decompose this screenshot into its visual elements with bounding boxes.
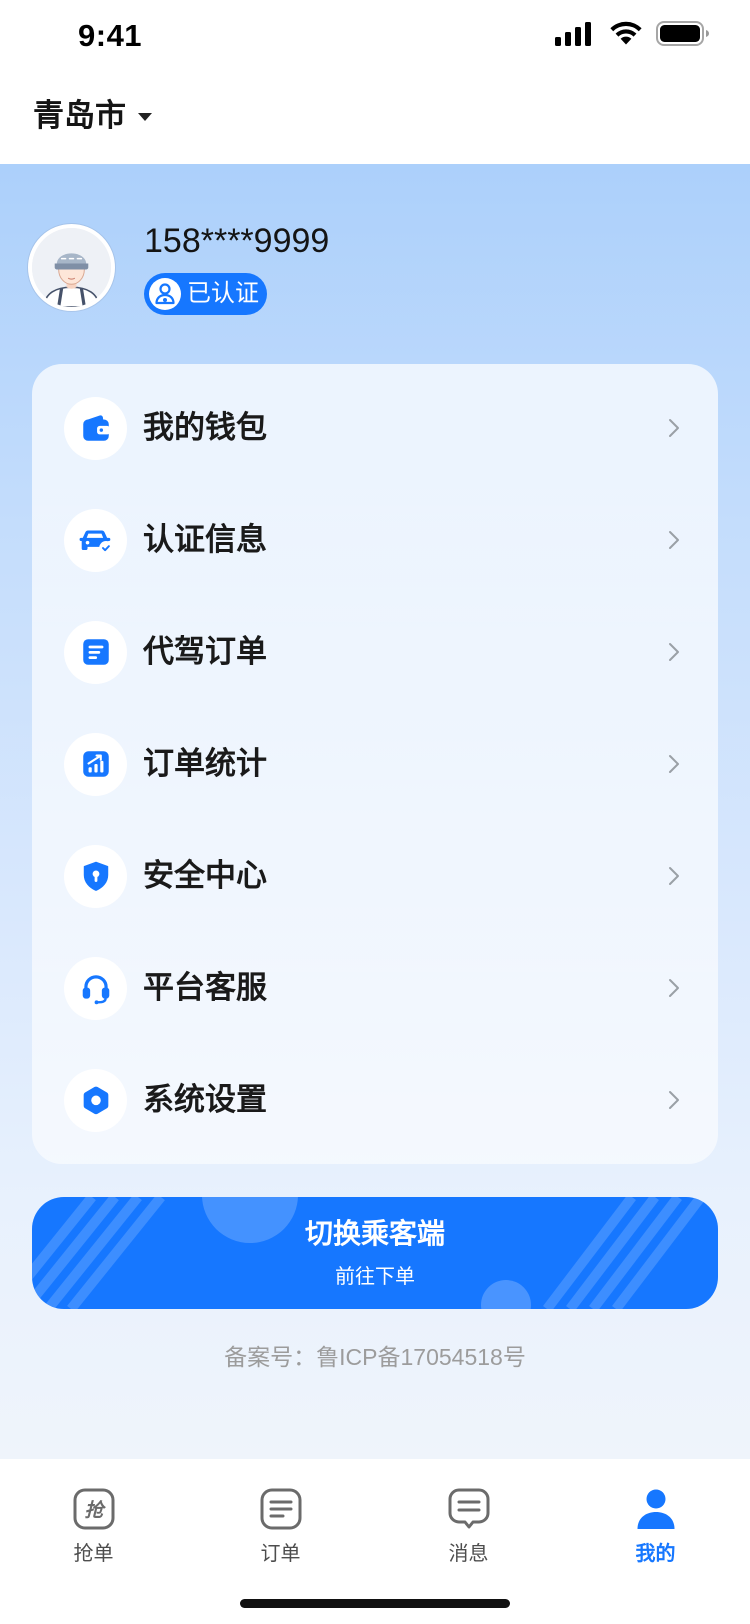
menu-item-label: 安全中心 bbox=[143, 858, 267, 893]
tab-grab-order[interactable]: 抢 抢单 bbox=[0, 1459, 187, 1584]
city-name: 青岛市 bbox=[33, 98, 126, 133]
signal-icon bbox=[555, 22, 591, 46]
tab-label: 消息 bbox=[448, 1543, 489, 1565]
city-selector[interactable]: 青岛市 bbox=[33, 96, 152, 136]
tab-label: 订单 bbox=[260, 1543, 301, 1565]
battery-icon bbox=[656, 21, 709, 46]
button-decoration bbox=[32, 1197, 705, 1309]
verified-driver-icon bbox=[149, 278, 181, 310]
verified-badge: 已认证 bbox=[144, 273, 267, 315]
status-time: 9:41 bbox=[78, 18, 143, 53]
tab-label: 我的 bbox=[635, 1543, 676, 1565]
order-list-icon bbox=[64, 620, 127, 684]
menu-item-label: 系统设置 bbox=[143, 1082, 267, 1117]
car-verified-icon bbox=[64, 508, 127, 572]
settings-icon bbox=[64, 1068, 127, 1132]
user-phone: 158****9999 bbox=[144, 222, 330, 260]
header: 青岛市 bbox=[0, 70, 750, 164]
menu-item-label: 平台客服 bbox=[143, 970, 267, 1005]
grab-order-icon: 抢 bbox=[73, 1488, 114, 1530]
caret-down-icon bbox=[138, 113, 152, 121]
menu-item-label: 订单统计 bbox=[143, 746, 267, 781]
wallet-icon bbox=[64, 396, 127, 460]
switch-button-subtitle: 前往下单 bbox=[335, 1266, 415, 1288]
tab-label: 抢单 bbox=[73, 1543, 114, 1565]
driver-avatar-icon bbox=[32, 228, 111, 307]
tab-profile[interactable]: 我的 bbox=[562, 1459, 749, 1584]
shield-icon bbox=[64, 844, 127, 908]
menu-item-label: 我的钱包 bbox=[143, 410, 267, 445]
wifi-icon bbox=[610, 21, 642, 45]
orders-icon bbox=[260, 1488, 301, 1530]
chevron-right-icon bbox=[669, 531, 679, 549]
switch-to-passenger-button[interactable]: 切换乘客端 前往下单 bbox=[32, 1197, 718, 1309]
message-icon bbox=[448, 1488, 489, 1529]
home-indicator bbox=[240, 1599, 510, 1608]
icp-record: 备案号：鲁ICP备17054518号 bbox=[224, 1344, 526, 1370]
chevron-right-icon bbox=[669, 755, 679, 773]
menu-card: 我的钱包 认证信息 代驾订单 订单统计 安全中心 平台客服 系统设置 bbox=[32, 364, 718, 1164]
menu-item-settings[interactable]: 系统设置 bbox=[32, 1044, 718, 1156]
chevron-right-icon bbox=[669, 419, 679, 437]
menu-item-safety-center[interactable]: 安全中心 bbox=[32, 820, 718, 932]
menu-item-label: 认证信息 bbox=[143, 522, 267, 557]
chevron-right-icon bbox=[669, 979, 679, 997]
tab-bar: 抢 抢单 订单 消息 我的 bbox=[0, 1459, 750, 1624]
statistics-icon bbox=[64, 732, 127, 796]
chevron-right-icon bbox=[669, 867, 679, 885]
menu-item-verification[interactable]: 认证信息 bbox=[32, 484, 718, 596]
headset-icon bbox=[64, 956, 127, 1020]
verified-badge-label: 已认证 bbox=[187, 280, 259, 307]
switch-button-title: 切换乘客端 bbox=[304, 1218, 445, 1249]
chevron-right-icon bbox=[669, 643, 679, 661]
menu-item-label: 代驾订单 bbox=[143, 634, 267, 669]
grab-order-icon-glyph: 抢 bbox=[84, 1500, 106, 1522]
tab-messages[interactable]: 消息 bbox=[375, 1459, 562, 1584]
avatar[interactable] bbox=[28, 224, 115, 311]
menu-item-wallet[interactable]: 我的钱包 bbox=[32, 372, 718, 484]
profile-screen: 9:41 青岛市 158****9999 已认证 我的钱包 认证信息 代驾订单 … bbox=[0, 0, 750, 1624]
menu-item-customer-service[interactable]: 平台客服 bbox=[32, 932, 718, 1044]
menu-item-driving-orders[interactable]: 代驾订单 bbox=[32, 596, 718, 708]
chevron-right-icon bbox=[669, 1091, 679, 1109]
tab-orders[interactable]: 订单 bbox=[187, 1459, 374, 1584]
profile-icon bbox=[637, 1489, 674, 1529]
menu-item-order-statistics[interactable]: 订单统计 bbox=[32, 708, 718, 820]
status-bar: 9:41 bbox=[0, 0, 750, 70]
